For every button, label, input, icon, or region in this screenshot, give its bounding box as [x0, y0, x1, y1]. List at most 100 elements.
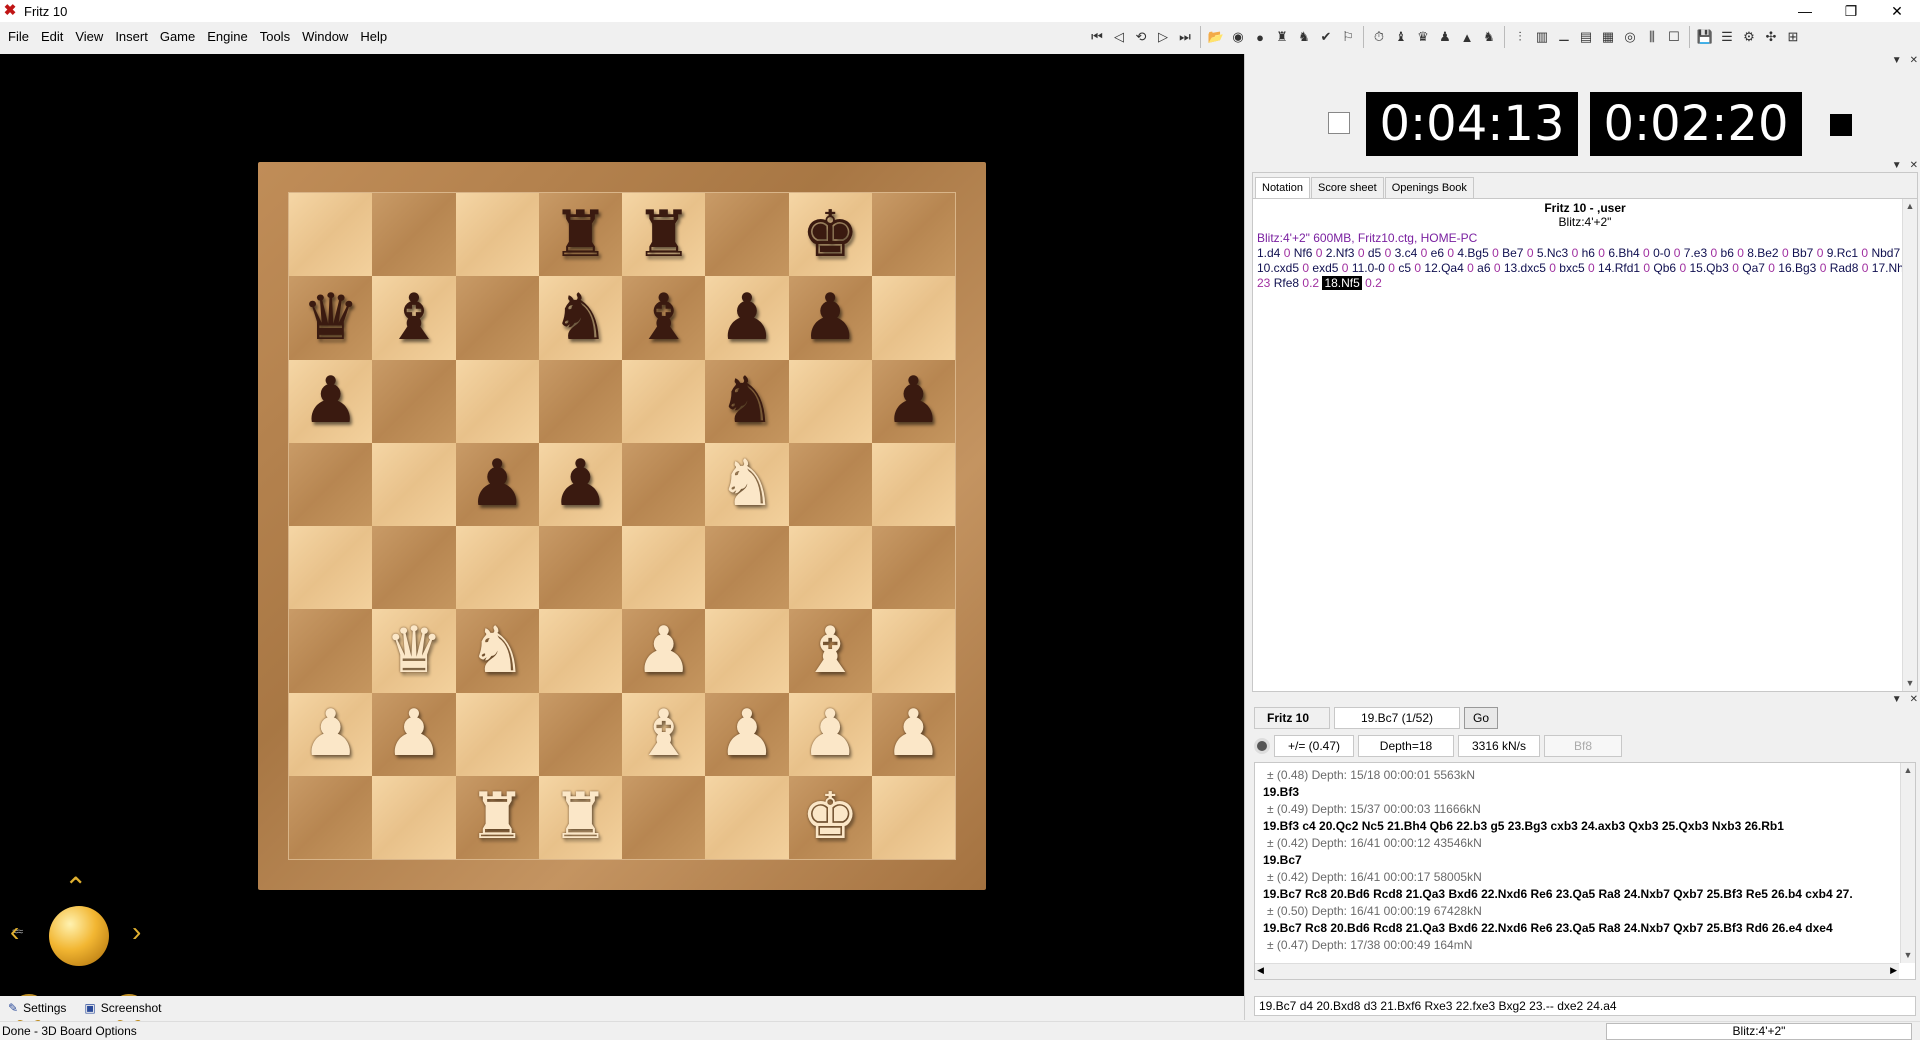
list-icon[interactable]: ▤	[1575, 26, 1597, 48]
black-pawn-piece[interactable]: ♟	[718, 286, 775, 350]
square-a2[interactable]: ♟	[289, 692, 373, 776]
grid-icon[interactable]: ▦	[1597, 26, 1619, 48]
move[interactable]: 2.Nf3	[1326, 246, 1355, 260]
black-queen-piece[interactable]: ♛	[302, 286, 359, 350]
move[interactable]: 11.0-0	[1352, 261, 1385, 275]
square-h3[interactable]	[871, 609, 955, 693]
move[interactable]: e6	[1431, 246, 1444, 260]
square-b1[interactable]	[372, 775, 456, 859]
black-pawn-piece[interactable]: ♟	[801, 286, 858, 350]
menu-tools[interactable]: Tools	[254, 22, 296, 52]
square-d5[interactable]: ♟	[538, 442, 622, 526]
square-f7[interactable]: ♟	[705, 276, 789, 360]
menu-engine[interactable]: Engine	[201, 22, 253, 52]
move[interactable]: 5.Nc3	[1537, 246, 1568, 260]
move[interactable]: 1.d4	[1257, 246, 1280, 260]
go-button[interactable]: Go	[1464, 707, 1498, 729]
analysis-variation[interactable]: 19.Bc7 Rc8 20.Bd6 Rcd8 21.Qa3 Bxd6 22.Nx…	[1263, 886, 1909, 903]
book-icon[interactable]: ▥	[1531, 26, 1553, 48]
minimize-button[interactable]: —	[1782, 0, 1828, 22]
coin-icon[interactable]: ●	[1249, 26, 1271, 48]
move[interactable]: Bb7	[1792, 246, 1813, 260]
pawn-icon[interactable]: ♟	[1434, 26, 1456, 48]
move[interactable]: h6	[1582, 246, 1595, 260]
square-d1[interactable]: ♜	[538, 775, 622, 859]
analysis-variation[interactable]: 19.Bc7	[1263, 852, 1909, 869]
move[interactable]: Qa7	[1742, 261, 1765, 275]
scroll-up-icon[interactable]: ▲	[1901, 763, 1915, 778]
orbit-ball-icon[interactable]	[49, 906, 109, 966]
white-pawn-piece[interactable]: ♟	[302, 702, 359, 766]
analysis-hscrollbar[interactable]: ◀ ▶	[1255, 963, 1899, 979]
analysis-variation[interactable]: 19.Bf3 c4 20.Qc2 Nc5 21.Bh4 Qb6 22.b3 g5…	[1263, 818, 1909, 835]
last-move-icon[interactable]: ⏭	[1174, 26, 1196, 48]
square-b6[interactable]	[372, 359, 456, 443]
rotate-left-icon[interactable]: ‹	[10, 918, 19, 946]
square-b3[interactable]: ♛	[372, 609, 456, 693]
scroll-down-icon[interactable]: ▼	[1901, 948, 1915, 963]
move[interactable]: Be7	[1502, 246, 1523, 260]
square-d3[interactable]	[538, 609, 622, 693]
layout-icon[interactable]: ⊞	[1782, 26, 1804, 48]
black-knight-piece[interactable]: ♞	[718, 369, 775, 433]
square-a8[interactable]	[289, 193, 373, 277]
white-pawn-piece[interactable]: ♟	[635, 619, 692, 683]
database-icon[interactable]: ◉	[1227, 26, 1249, 48]
window-icon[interactable]: ☐	[1663, 26, 1685, 48]
square-d4[interactable]	[538, 526, 622, 610]
move[interactable]: 15.Qb3	[1689, 261, 1728, 275]
queen-icon[interactable]: ♛	[1412, 26, 1434, 48]
move[interactable]: b6	[1721, 246, 1734, 260]
pane-close-icon[interactable]: ✕	[1910, 160, 1918, 172]
scroll-right-icon[interactable]: ▶	[1890, 965, 1897, 976]
black-pawn-piece[interactable]: ♟	[552, 452, 609, 516]
square-b7[interactable]: ♝	[372, 276, 456, 360]
square-a6[interactable]: ♟	[289, 359, 373, 443]
square-c1[interactable]: ♜	[455, 775, 539, 859]
square-g8[interactable]: ♚	[788, 193, 872, 277]
white-pawn-piece[interactable]: ♟	[885, 702, 942, 766]
square-g1[interactable]: ♚	[788, 775, 872, 859]
move[interactable]: Nf6	[1294, 246, 1313, 260]
white-queen-piece[interactable]: ♛	[385, 619, 442, 683]
square-f8[interactable]	[705, 193, 789, 277]
target-icon[interactable]: ◎	[1619, 26, 1641, 48]
black-knight-piece[interactable]: ♞	[552, 286, 609, 350]
black-rook-piece[interactable]: ♜	[635, 203, 692, 267]
white-pawn-piece[interactable]: ♟	[718, 702, 775, 766]
square-f4[interactable]	[705, 526, 789, 610]
square-e1[interactable]	[622, 775, 706, 859]
square-a5[interactable]	[289, 442, 373, 526]
notation-scrollbar[interactable]: ▲ ▼	[1902, 199, 1917, 691]
knight-icon[interactable]: ♞	[1293, 26, 1315, 48]
black-king-piece[interactable]: ♚	[801, 203, 858, 267]
black-bishop-piece[interactable]: ♝	[635, 286, 692, 350]
square-e5[interactable]	[622, 442, 706, 526]
move[interactable]: a6	[1477, 261, 1490, 275]
move[interactable]: 4.Bg5	[1457, 246, 1488, 260]
menu-insert[interactable]: Insert	[109, 22, 154, 52]
square-f6[interactable]: ♞	[705, 359, 789, 443]
move[interactable]: 0-0	[1653, 246, 1670, 260]
white-bishop-piece[interactable]: ♝	[635, 702, 692, 766]
move[interactable]: Nbd7	[1871, 246, 1900, 260]
screenshot-button[interactable]: ▣ Screenshot	[84, 1001, 161, 1015]
white-king-piece[interactable]: ♚	[801, 785, 858, 849]
square-f5[interactable]: ♞	[705, 442, 789, 526]
black-bishop-piece[interactable]: ♝	[385, 286, 442, 350]
tab-score-sheet[interactable]: Score sheet	[1310, 177, 1384, 198]
black-pawn-piece[interactable]: ♟	[468, 452, 525, 516]
square-d8[interactable]: ♜	[538, 193, 622, 277]
first-move-icon[interactable]: ⏮	[1086, 26, 1108, 48]
triangle-icon[interactable]: ▲	[1456, 26, 1478, 48]
move[interactable]: exd5	[1312, 261, 1338, 275]
square-d6[interactable]	[538, 359, 622, 443]
square-c6[interactable]	[455, 359, 539, 443]
rook-icon[interactable]: ♜	[1271, 26, 1293, 48]
cross-icon[interactable]: ✣	[1760, 26, 1782, 48]
square-e2[interactable]: ♝	[622, 692, 706, 776]
move[interactable]: 9.Rc1	[1827, 246, 1858, 260]
move[interactable]: Qb6	[1653, 261, 1676, 275]
move[interactable]: Rfe8	[1274, 276, 1299, 290]
menu-view[interactable]: View	[69, 22, 109, 52]
